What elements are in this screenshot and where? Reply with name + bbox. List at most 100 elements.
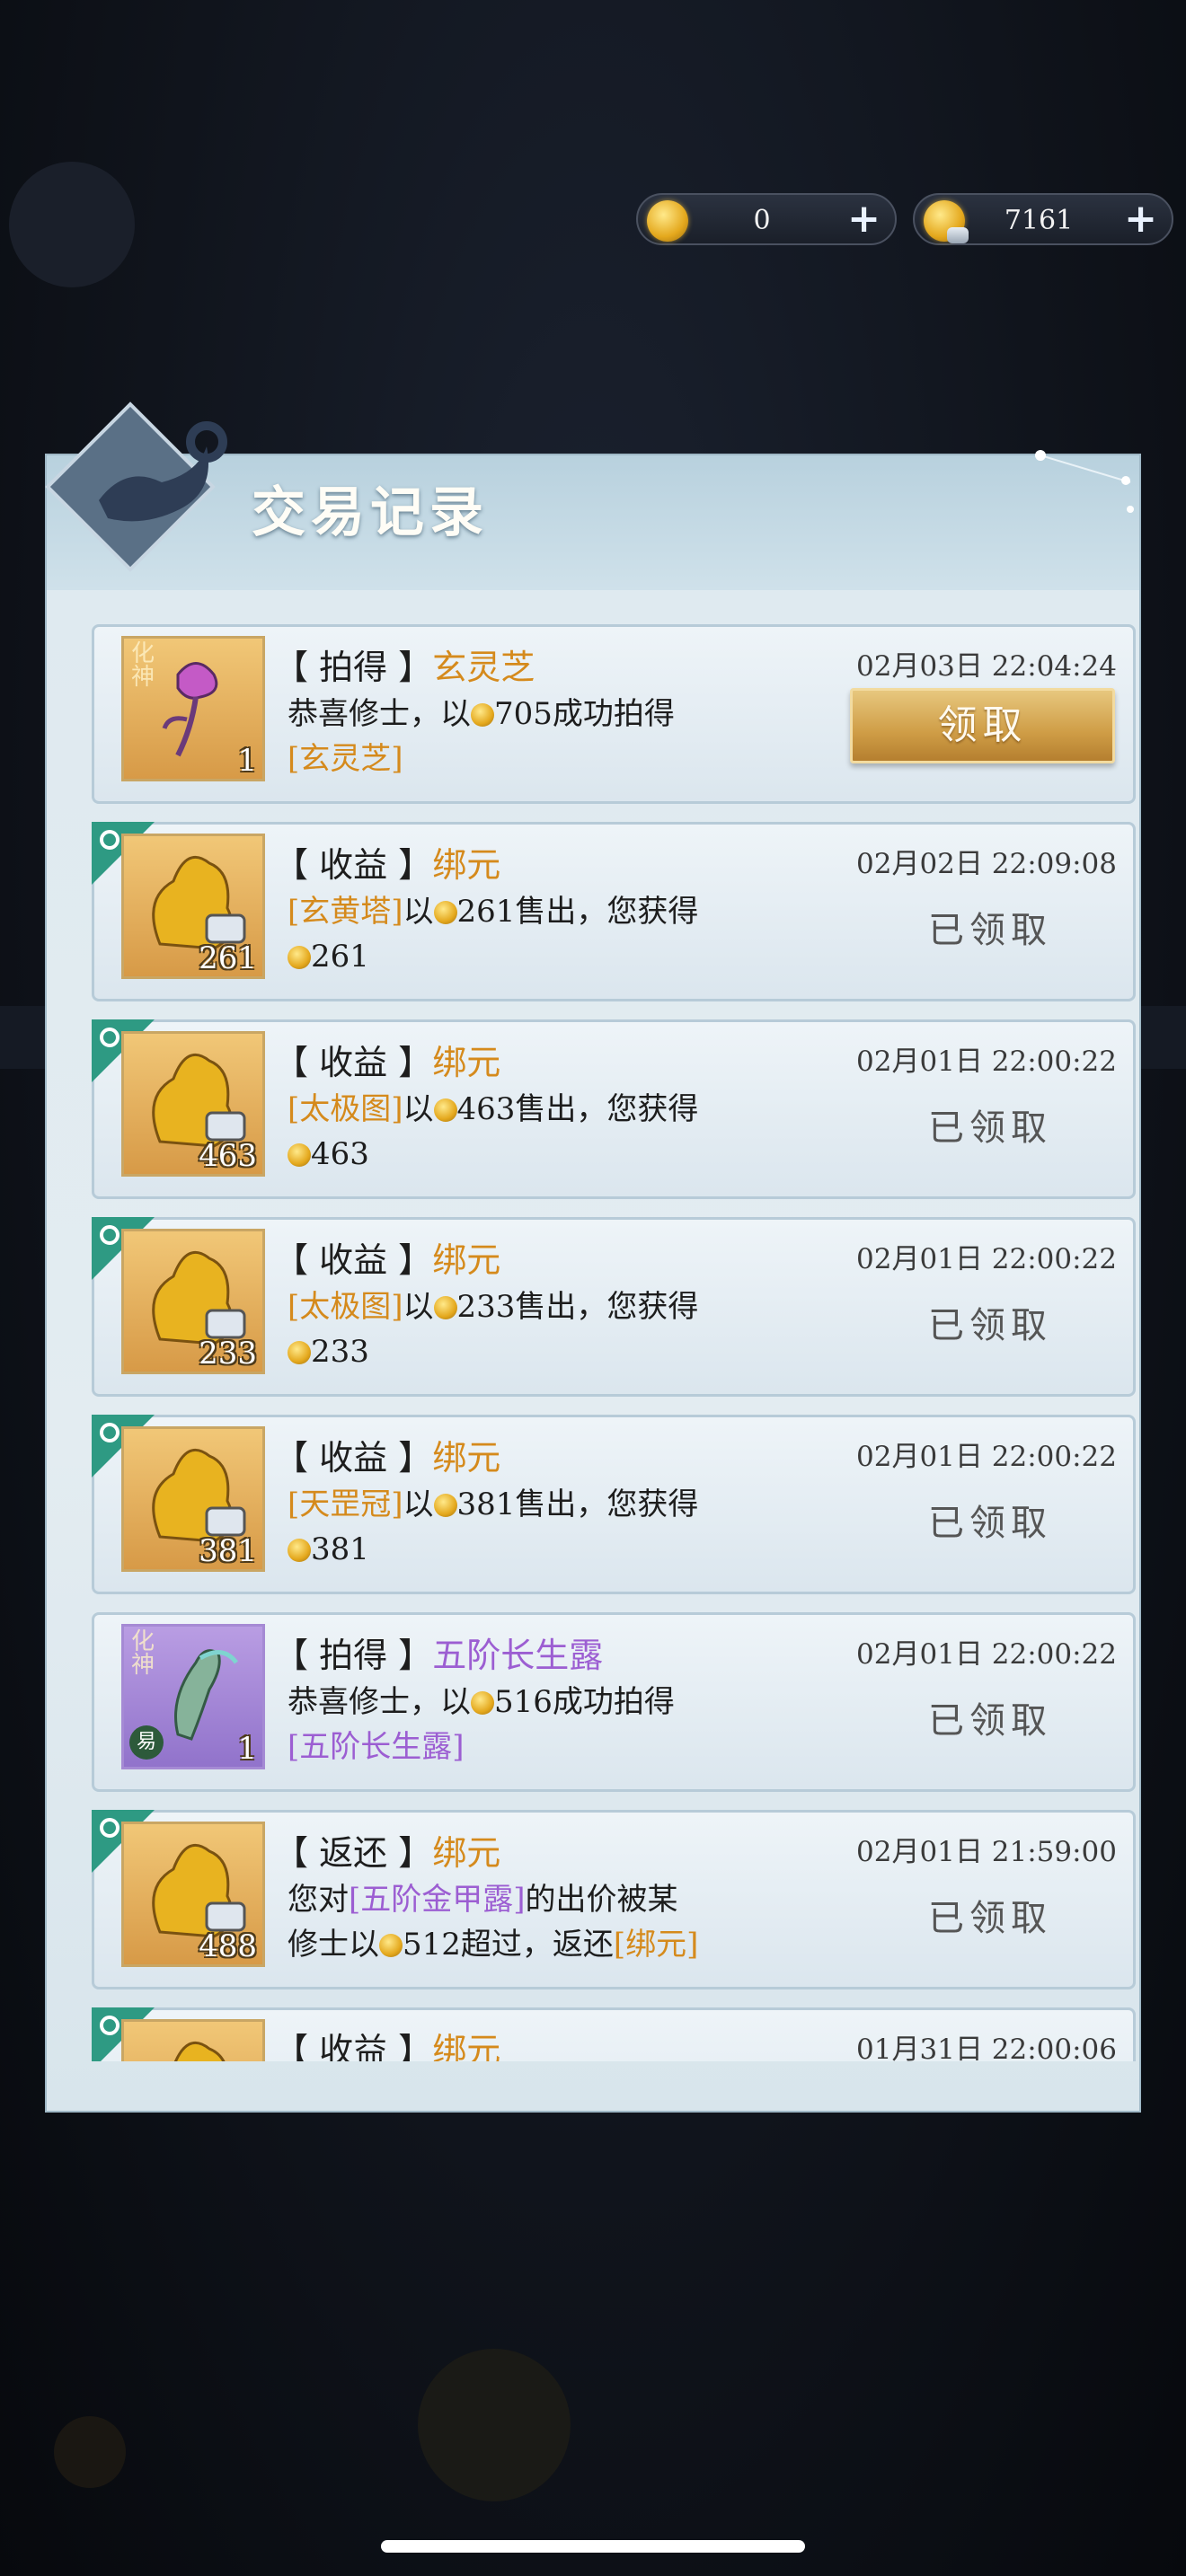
trade-record-card: 261 【 收益 】绑元 02月02日 22:09:08 [玄黄塔]以 261售出，您获…	[92, 822, 1136, 1001]
bracket: 】	[387, 648, 433, 687]
item-quantity: 1	[237, 1731, 257, 1767]
item-slot[interactable]: 463	[121, 1031, 265, 1177]
record-item-name: 绑元	[432, 1438, 501, 1478]
record-title: 【 收益 】绑元	[274, 1430, 500, 1479]
claimed-status: 已领取	[928, 1898, 1052, 1939]
bracket: 【	[274, 1438, 320, 1478]
trade-record-card: 233 【 收益 】绑元 02月01日 22:00:22 [太极图]以 233售出，您获…	[92, 1217, 1136, 1397]
record-item-name: 绑元	[432, 1240, 501, 1280]
record-description: [太极图]以 233售出，您获得 233	[288, 1284, 810, 1374]
gold-lotus-coin-icon	[433, 1098, 457, 1122]
description-text: 261售出，您获得	[456, 894, 699, 930]
record-type: 收益	[319, 1043, 388, 1082]
trade-record-card: 488 【 返还 】绑元 02月01日 21:59:00 您对[五阶金甲露]的出价被某…	[92, 1810, 1136, 1989]
record-type: 返还	[319, 1833, 388, 1873]
record-time: 02月01日 22:00:22	[856, 1638, 1117, 1671]
record-item-name: 五阶长生露	[432, 1636, 604, 1675]
record-title: 【 拍得 】五阶长生露	[274, 1628, 603, 1677]
item-quantity: 233	[199, 1336, 257, 1372]
record-description: [玄黄塔]以 261售出，您获得 261	[288, 889, 810, 979]
description-text: 以	[403, 1486, 434, 1522]
item-quantity: 1	[237, 743, 257, 779]
trade-record-card: 【 收益 】绑元 01月31日 22:00:06	[92, 2007, 1136, 2061]
gold-lotus-coin-icon	[471, 1691, 494, 1715]
currency-lotus-coin: 0 +	[636, 193, 897, 245]
description-text: 233售出，您获得	[456, 1289, 699, 1325]
record-item-name: 绑元	[432, 1833, 501, 1873]
description-text: [太极图]	[288, 1091, 403, 1127]
tradable-badge: 易	[129, 1725, 164, 1760]
home-indicator[interactable]	[381, 2540, 805, 2553]
trade-record-card: 化 神易 1 【 拍得 】五阶长生露 02月01日 22:00:22 恭喜修士，以 516…	[92, 1612, 1136, 1792]
gold-lotus-coin-icon	[379, 1934, 403, 1957]
item-quantity: 381	[199, 1533, 257, 1569]
item-quantity: 261	[199, 940, 257, 976]
bracket: 】	[387, 845, 433, 885]
currency-value: 0	[753, 205, 771, 236]
bracket: 】	[387, 1833, 433, 1873]
description-text: 您对	[288, 1882, 349, 1918]
bracket: 【	[274, 1240, 320, 1280]
record-time: 02月01日 22:00:22	[856, 1243, 1117, 1275]
description-text: 以	[403, 894, 434, 930]
record-time: 02月01日 22:00:22	[856, 1441, 1117, 1473]
bracket: 】	[387, 1438, 433, 1478]
gold-lotus-coin-icon	[288, 1539, 311, 1562]
description-text: 705成功拍得	[494, 696, 675, 732]
record-time: 02月02日 22:09:08	[856, 848, 1117, 880]
record-type: 拍得	[319, 648, 388, 687]
item-slot[interactable]: 381	[121, 1426, 265, 1572]
gold-lotus-coin-icon	[647, 200, 688, 242]
record-description: 恭喜修士，以 516成功拍得 [五阶长生露]	[288, 1680, 810, 1769]
item-quantity: 463	[199, 1138, 257, 1174]
item-slot[interactable]	[121, 2019, 265, 2061]
bracket: 】	[387, 1240, 433, 1280]
claimed-status: 已领取	[928, 1503, 1052, 1544]
item-slot[interactable]: 488	[121, 1822, 265, 1967]
record-description: [天罡冠]以 381售出，您获得 381	[288, 1482, 810, 1572]
currency-bar: 0 + 7161 +	[636, 193, 1173, 245]
record-item-name: 玄灵芝	[432, 648, 535, 687]
add-currency-button[interactable]: +	[847, 195, 881, 243]
record-time: 02月03日 22:04:24	[856, 650, 1117, 683]
bracket: 【	[274, 2031, 320, 2061]
gold-lotus-coin-icon	[288, 1143, 311, 1167]
bracket: 【	[274, 1043, 320, 1082]
record-type: 收益	[319, 2031, 388, 2061]
bracket: 【	[274, 845, 320, 885]
item-slot[interactable]: 261	[121, 834, 265, 979]
item-realm-tag: 化 神	[131, 1628, 155, 1679]
record-time: 02月01日 22:00:22	[856, 1045, 1117, 1078]
item-slot[interactable]: 化 神 1	[121, 636, 265, 781]
description-text: 512超过，返还	[403, 1927, 614, 1963]
description-text: 的出价被某	[525, 1882, 678, 1918]
claimed-status: 已领取	[928, 1107, 1052, 1149]
record-time: 02月01日 21:59:00	[856, 1836, 1117, 1868]
item-realm-tag: 化 神	[131, 640, 155, 691]
record-type: 收益	[319, 1438, 388, 1478]
record-title: 【 返还 】绑元	[274, 1825, 500, 1875]
claimed-status: 已领取	[928, 1700, 1052, 1742]
item-slot[interactable]: 233	[121, 1229, 265, 1374]
claim-button[interactable]: 领取	[850, 688, 1115, 763]
description-text: 恭喜修士，以	[288, 1684, 471, 1720]
bracket: 】	[387, 2031, 433, 2061]
fox-emblem-icon	[45, 401, 227, 572]
trade-record-card: 化 神 1 【 拍得 】玄灵芝 02月03日 22:04:24 恭喜修士，以 705成功拍…	[92, 624, 1136, 804]
description-text: [太极图]	[288, 1289, 403, 1325]
add-currency-button[interactable]: +	[1124, 195, 1157, 243]
trade-record-card: 463 【 收益 】绑元 02月01日 22:00:22 [太极图]以 463售出，您获…	[92, 1019, 1136, 1199]
description-text: [五阶金甲露]	[349, 1882, 526, 1918]
description-text: 以	[403, 1091, 434, 1127]
trade-record-list[interactable]: 化 神 1 【 拍得 】玄灵芝 02月03日 22:04:24 恭喜修士，以 705成功拍…	[45, 624, 1141, 2061]
description-text: [天罡冠]	[288, 1486, 403, 1522]
bracket: 】	[387, 1636, 433, 1675]
gold-lotus-ingot-icon	[173, 2041, 226, 2061]
description-text: 381售出，您获得	[456, 1486, 699, 1522]
trade-record-card: 381 【 收益 】绑元 02月01日 22:00:22 [天罡冠]以 381售出，您获…	[92, 1415, 1136, 1594]
gold-lotus-ingot-icon	[924, 200, 969, 243]
record-title: 【 收益 】绑元	[274, 1035, 500, 1084]
item-slot[interactable]: 化 神易 1	[121, 1624, 265, 1769]
record-type: 收益	[319, 845, 388, 885]
record-item-name: 绑元	[432, 2031, 501, 2061]
